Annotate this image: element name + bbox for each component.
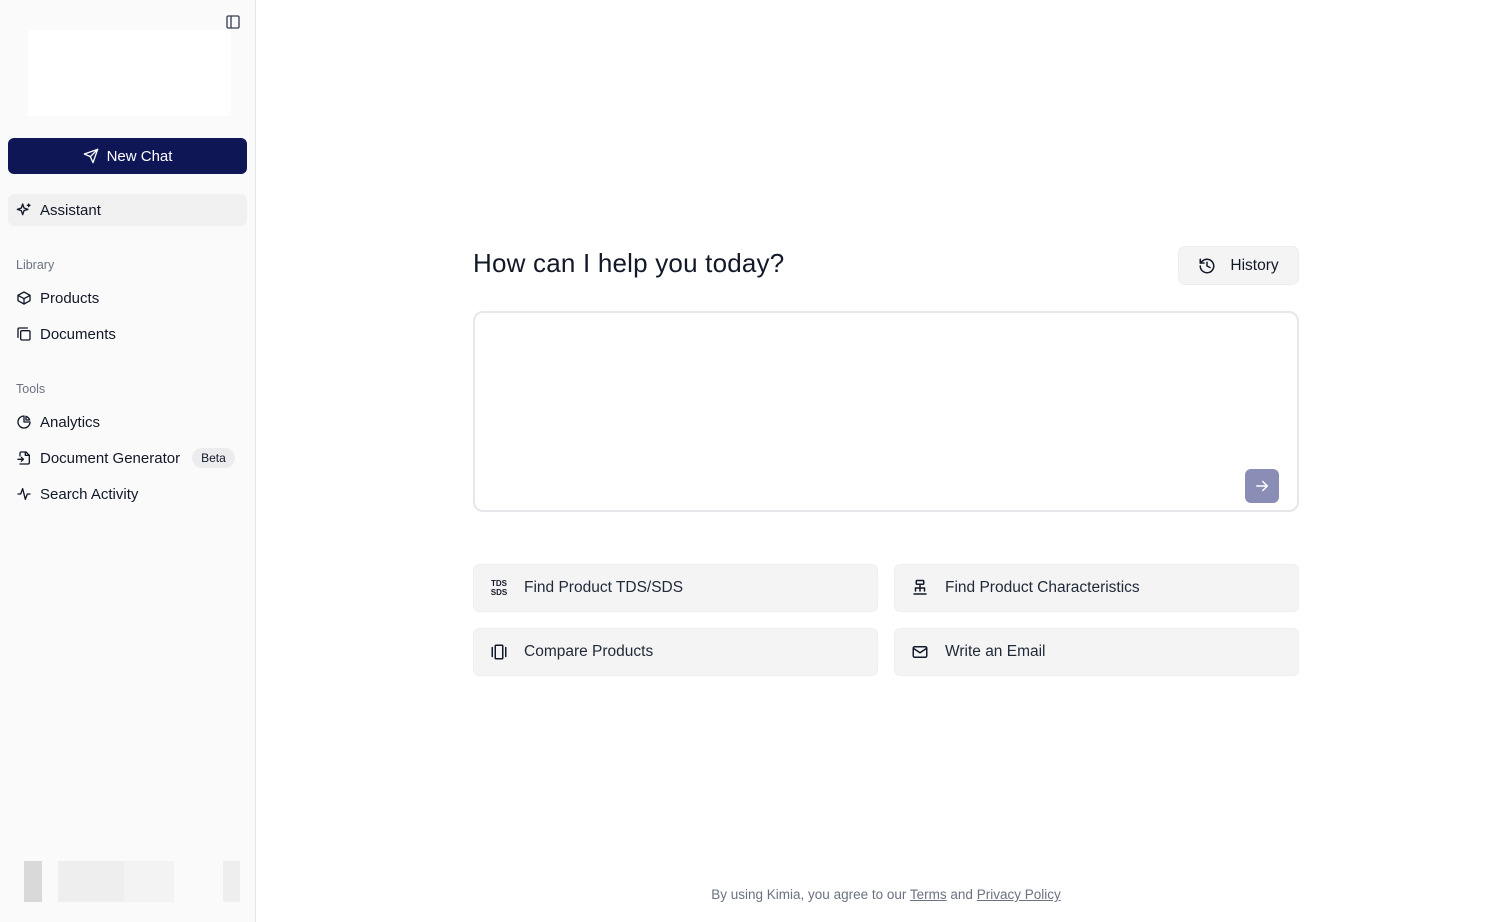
- footer-disclaimer: By using Kimia, you agree to our Terms a…: [256, 887, 1512, 902]
- sidebar-toggle-icon[interactable]: [224, 13, 242, 31]
- sparkles-icon: [16, 203, 31, 216]
- suggestion-label: Compare Products: [524, 643, 654, 660]
- sidebar-item-label: Assistant: [40, 201, 101, 219]
- mail-icon: [912, 646, 928, 658]
- send-button[interactable]: [1245, 469, 1279, 503]
- suggestion-find-tds-sds[interactable]: TDS SDS Find Product TDS/SDS: [473, 564, 878, 612]
- avatar: [24, 861, 42, 902]
- sidebar-item-label: Documents: [40, 325, 116, 343]
- user-email-redacted: [124, 861, 174, 902]
- sidebar: New Chat Assistant Library Products Docu…: [0, 0, 256, 922]
- history-label: History: [1230, 256, 1279, 274]
- terms-link[interactable]: Terms: [910, 887, 947, 902]
- sidebar-item-search-activity[interactable]: Search Activity: [8, 478, 247, 510]
- new-chat-label: New Chat: [106, 147, 173, 165]
- page-title: How can I help you today?: [473, 248, 785, 278]
- tools-section-label: Tools: [16, 382, 46, 396]
- user-menu-icon[interactable]: [223, 861, 240, 902]
- arrow-right-icon: [1256, 480, 1268, 492]
- sidebar-item-documents[interactable]: Documents: [8, 318, 247, 350]
- library-section-label: Library: [16, 258, 55, 272]
- tds-sds-icon: TDS SDS: [490, 579, 508, 597]
- suggestion-label: Find Product TDS/SDS: [524, 579, 684, 596]
- suggestion-write-email[interactable]: Write an Email: [894, 628, 1299, 676]
- user-profile[interactable]: [16, 861, 242, 903]
- activity-icon: [17, 488, 31, 500]
- user-name-redacted: [58, 861, 124, 902]
- sidebar-item-label: Products: [40, 289, 100, 307]
- beta-badge: Beta: [192, 448, 235, 468]
- compare-icon: [491, 644, 507, 660]
- suggestion-compare-products[interactable]: Compare Products: [473, 628, 878, 676]
- footer-text: By using Kimia, you agree to our: [711, 887, 907, 902]
- main-panel: How can I help you today? History TDS SD…: [256, 0, 1512, 922]
- suggestion-label: Write an Email: [945, 643, 1046, 660]
- suggestion-find-characteristics[interactable]: Find Product Characteristics: [894, 564, 1299, 612]
- logo: [28, 30, 231, 116]
- privacy-policy-link[interactable]: Privacy Policy: [977, 887, 1061, 902]
- pie-chart-icon: [17, 415, 31, 429]
- sidebar-item-document-generator[interactable]: Document Generator Beta: [8, 442, 247, 474]
- prompt-input[interactable]: [487, 325, 1227, 465]
- characteristics-icon: [913, 579, 927, 595]
- sidebar-item-label: Analytics: [40, 413, 101, 431]
- history-button[interactable]: History: [1178, 246, 1299, 285]
- prompt-container: [473, 311, 1299, 512]
- file-generate-icon: [17, 451, 30, 465]
- new-chat-button[interactable]: New Chat: [8, 138, 247, 174]
- box-icon: [17, 291, 31, 305]
- history-icon: [1199, 258, 1215, 273]
- sidebar-item-label: Document Generator: [40, 449, 181, 467]
- suggestion-label: Find Product Characteristics: [945, 579, 1140, 596]
- sidebar-item-products[interactable]: Products: [8, 282, 247, 314]
- sidebar-item-analytics[interactable]: Analytics: [8, 406, 247, 438]
- send-icon: [83, 148, 98, 164]
- sidebar-item-assistant[interactable]: Assistant: [8, 194, 247, 226]
- documents-icon: [17, 327, 31, 341]
- sidebar-item-label: Search Activity: [40, 485, 139, 503]
- footer-and: and: [950, 887, 973, 902]
